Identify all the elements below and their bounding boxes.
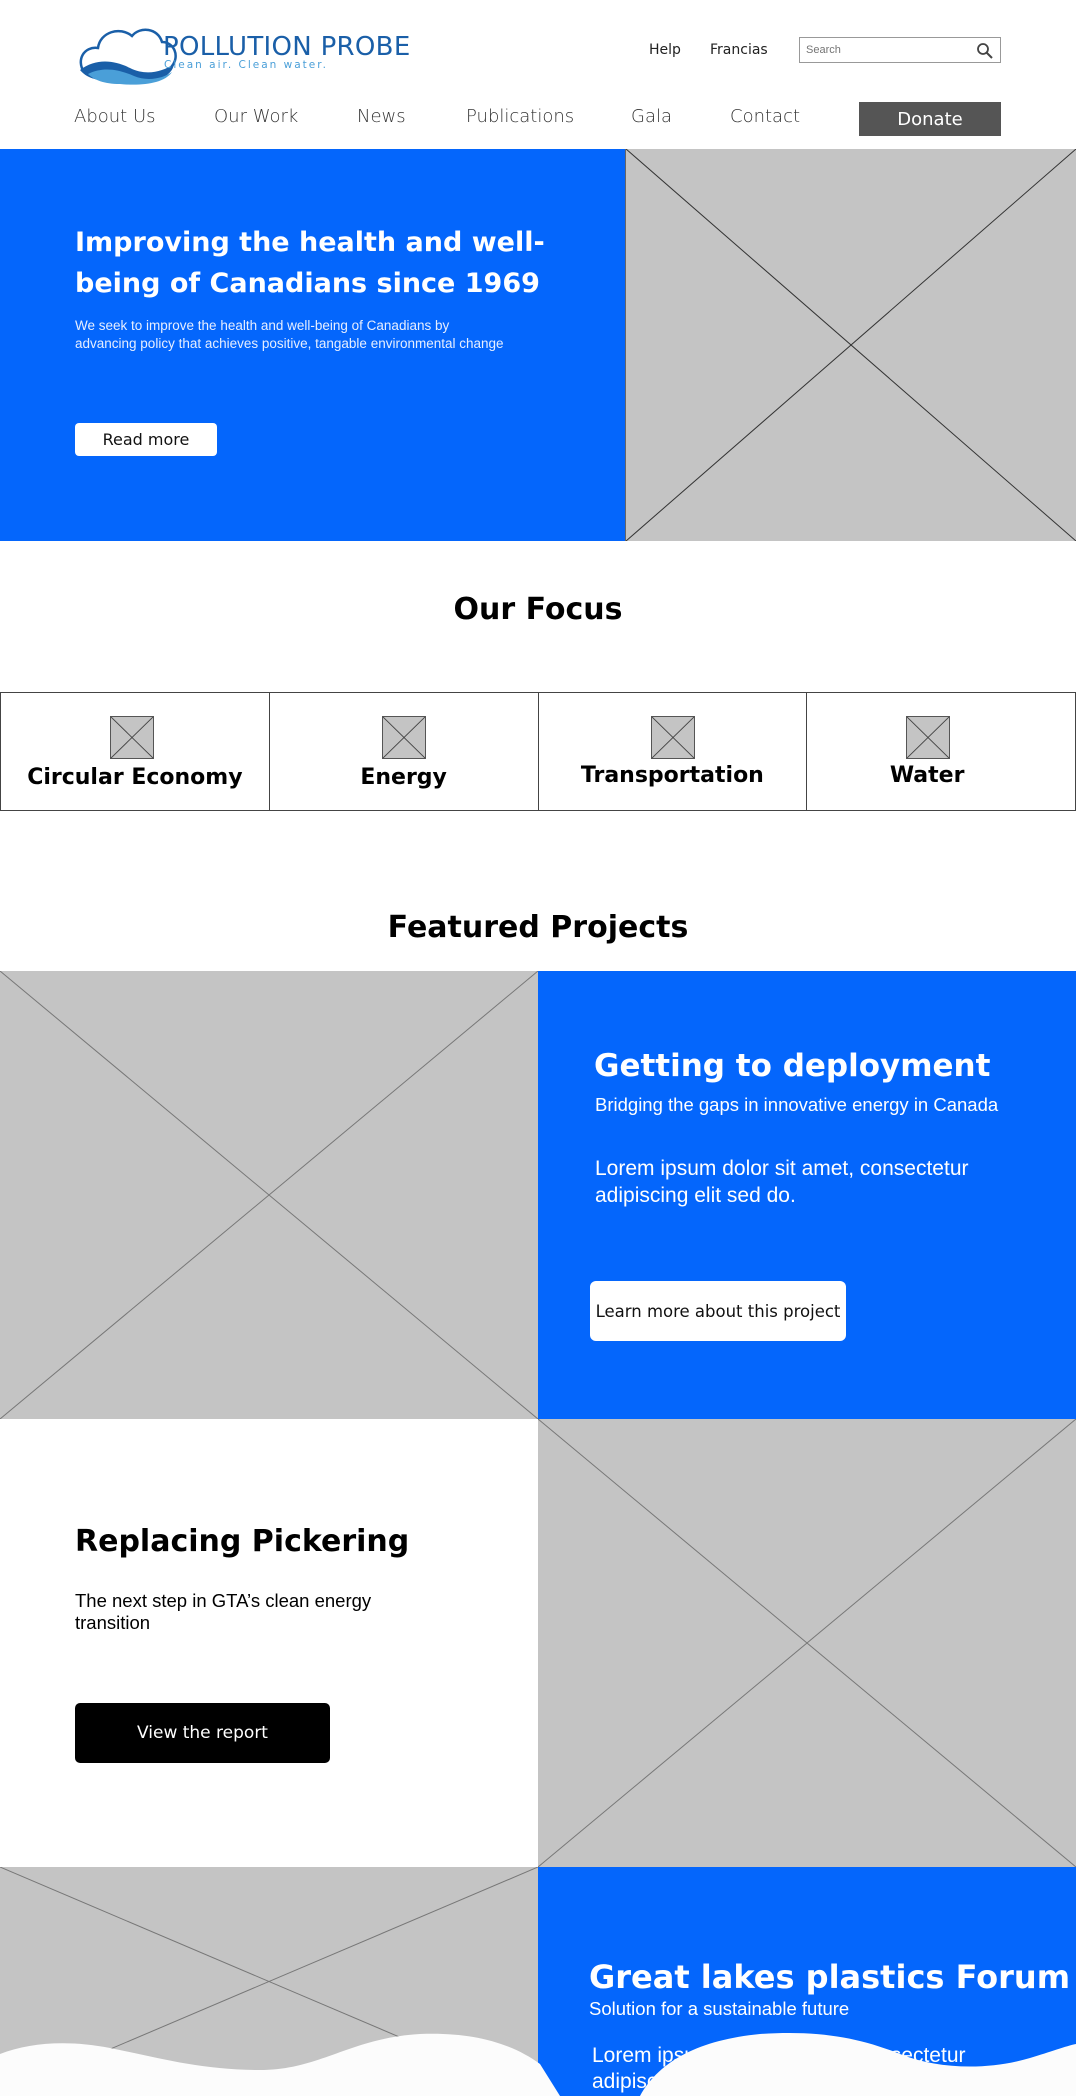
learn-more-button[interactable]: Learn more about this project [590,1281,846,1341]
language-link[interactable]: Francias [710,42,768,58]
project-3-title: Great lakes plastics Forum [589,1958,1071,1996]
view-report-button[interactable]: View the report [75,1703,330,1763]
project-2-subtitle: The next step in GTA’s clean energy tran… [75,1590,372,1633]
nav-news[interactable]: News [357,106,406,127]
hero-description: We seek to improve the health and well-b… [75,318,504,351]
nav-about-us[interactable]: About Us [74,106,156,127]
logo-tagline: Clean air. Clean water. [164,59,328,71]
wave-divider [0,2032,1076,2096]
focus-item-water[interactable]: Water [807,693,1075,810]
focus-label: Water [889,763,965,788]
circular-economy-icon [110,716,154,759]
focus-label: Energy [360,765,447,790]
focus-label: Transportation [580,763,764,788]
nav-our-work[interactable]: Our Work [214,106,298,127]
project-2-image-placeholder [538,1419,1076,1867]
hero-image-placeholder [625,149,1076,541]
search-icon[interactable] [976,42,994,60]
focus-label: Circular Economy [27,765,243,790]
project-2-title: Replacing Pickering [75,1524,410,1559]
focus-item-circular-economy[interactable]: Circular Economy [1,693,270,810]
read-more-button[interactable]: Read more [75,423,217,456]
energy-icon [381,716,426,759]
featured-projects-heading: Featured Projects [387,910,689,945]
project-1-subtitle: Bridging the gaps in innovative energy i… [595,1094,999,1115]
focus-item-transportation[interactable]: Transportation [539,693,808,810]
our-focus-heading: Our Focus [453,592,623,627]
water-icon [906,716,951,759]
project-1-title: Getting to deployment [594,1048,991,1084]
help-link[interactable]: Help [649,42,681,58]
project-3-subtitle: Solution for a sustainable future [589,1998,850,2019]
nav-publications[interactable]: Publications [466,106,574,127]
nav-contact[interactable]: Contact [730,106,800,127]
logo-title: POLLUTION PROBE [163,32,411,62]
donate-button[interactable]: Donate [859,102,1001,136]
project-1-image-placeholder [0,971,538,1419]
focus-item-energy[interactable]: Energy [270,693,539,810]
nav-gala[interactable]: Gala [631,106,672,127]
search-input[interactable] [806,41,976,59]
focus-grid: Circular Economy Energy Transportation W… [0,692,1076,811]
transportation-icon [650,716,695,759]
project-1-body: Lorem ipsum dolor sit amet, consectetur … [595,1157,969,1207]
search-box [799,37,1001,63]
hero-title: Improving the health and well-being of C… [75,227,545,299]
